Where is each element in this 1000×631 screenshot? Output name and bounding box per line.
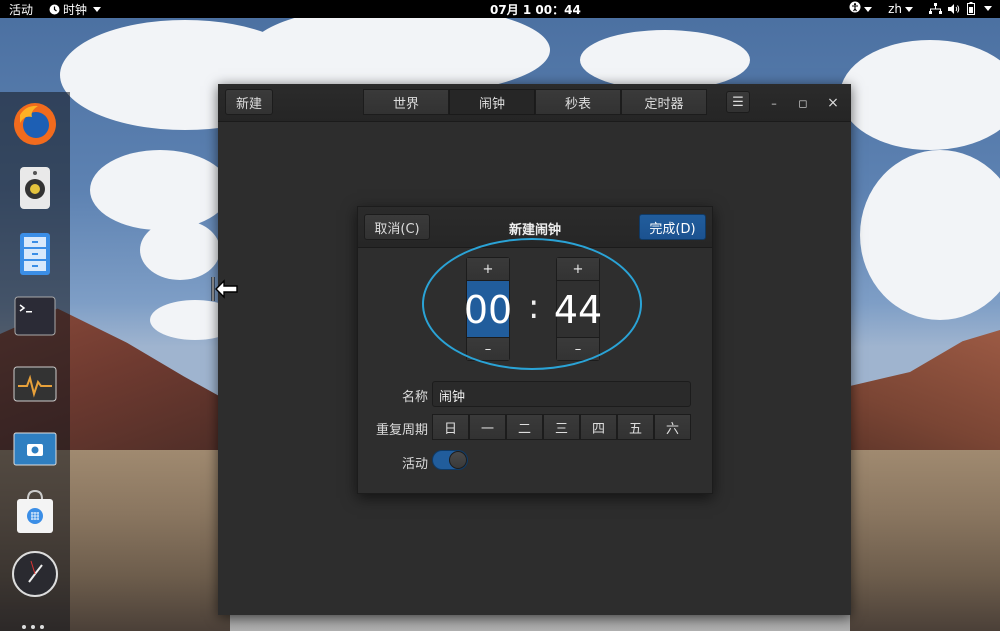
dock-software[interactable] [11,488,59,536]
files-icon [20,233,50,275]
chevron-down-icon [93,7,102,12]
day-friday[interactable]: 五 [617,414,654,440]
terminal-icon [14,296,56,336]
day-sunday[interactable]: 日 [432,414,469,440]
tab-stopwatch[interactable]: 秒表 [535,89,621,115]
close-button[interactable]: × [823,93,843,113]
tab-world[interactable]: 世界 [363,89,449,115]
activities-button[interactable]: 活动 [9,1,33,18]
close-icon: × [827,95,839,111]
screenshot-icon [13,432,57,466]
done-button[interactable]: 完成(D) [639,214,706,240]
topbar-clock[interactable]: 07月 1 00：44 [490,1,581,18]
dock-clocks[interactable] [11,550,59,598]
accessibility-menu[interactable] [849,1,873,16]
tab-alarm[interactable]: 闹钟 [449,89,535,115]
language-menu[interactable]: zh [888,2,913,16]
system-status-menu[interactable] [929,2,992,15]
battery-icon [967,2,975,15]
header-bar: 新建 世界 闹钟 秒表 定时器 ☰ – ◻ × [218,84,851,122]
minimize-button[interactable]: – [764,93,784,113]
app-menu-label: 时钟 [63,3,88,17]
app-menu[interactable]: 时钟 [49,1,102,18]
chevron-down-icon [905,6,913,12]
switch-knob [449,451,467,469]
dock-terminal[interactable] [11,292,59,340]
dock-system-monitor[interactable] [11,360,59,408]
hamburger-icon: ☰ [732,94,744,110]
tab-timer[interactable]: 定时器 [621,89,707,115]
dock-rhythmbox[interactable] [11,164,59,212]
maximize-button[interactable]: ◻ [793,93,813,113]
day-saturday[interactable]: 六 [654,414,691,440]
name-label: 名称 [401,390,428,405]
clock-app-icon [49,4,60,15]
dock [0,92,70,631]
maximize-icon: ◻ [798,96,808,110]
day-tuesday[interactable]: 二 [506,414,543,440]
menu-button[interactable]: ☰ [726,91,750,113]
chevron-down-icon [864,7,873,12]
repeat-days: 日 一 二 三 四 五 六 [432,414,691,440]
minimize-icon: – [771,96,777,110]
view-switcher: 世界 闹钟 秒表 定时器 [363,89,707,115]
new-alarm-button[interactable]: 新建 [225,89,273,115]
resize-cursor-icon [211,277,238,301]
accessibility-icon [849,1,861,13]
chevron-down-icon [984,6,992,11]
day-thursday[interactable]: 四 [580,414,617,440]
day-monday[interactable]: 一 [469,414,506,440]
clock-icon [12,551,58,597]
dock-firefox[interactable] [11,100,59,148]
active-label: 活动 [401,457,428,472]
active-switch[interactable] [432,450,468,470]
annotation-ring [422,238,642,370]
network-icon [929,2,942,14]
volume-icon [948,3,960,14]
language-label: zh [888,1,902,16]
dock-files[interactable] [11,230,59,278]
dock-screenshot[interactable] [11,426,59,474]
top-bar: 活动 时钟 07月 1 00：44 zh [0,0,1000,18]
day-wednesday[interactable]: 三 [543,414,580,440]
system-monitor-icon [13,366,57,402]
speaker-icon [20,167,50,209]
repeat-label: 重复周期 [375,423,428,438]
alarm-name-input[interactable]: 闹钟 [432,381,691,407]
software-store-icon [17,489,53,533]
firefox-icon [14,103,56,145]
show-applications-button[interactable] [22,625,44,629]
